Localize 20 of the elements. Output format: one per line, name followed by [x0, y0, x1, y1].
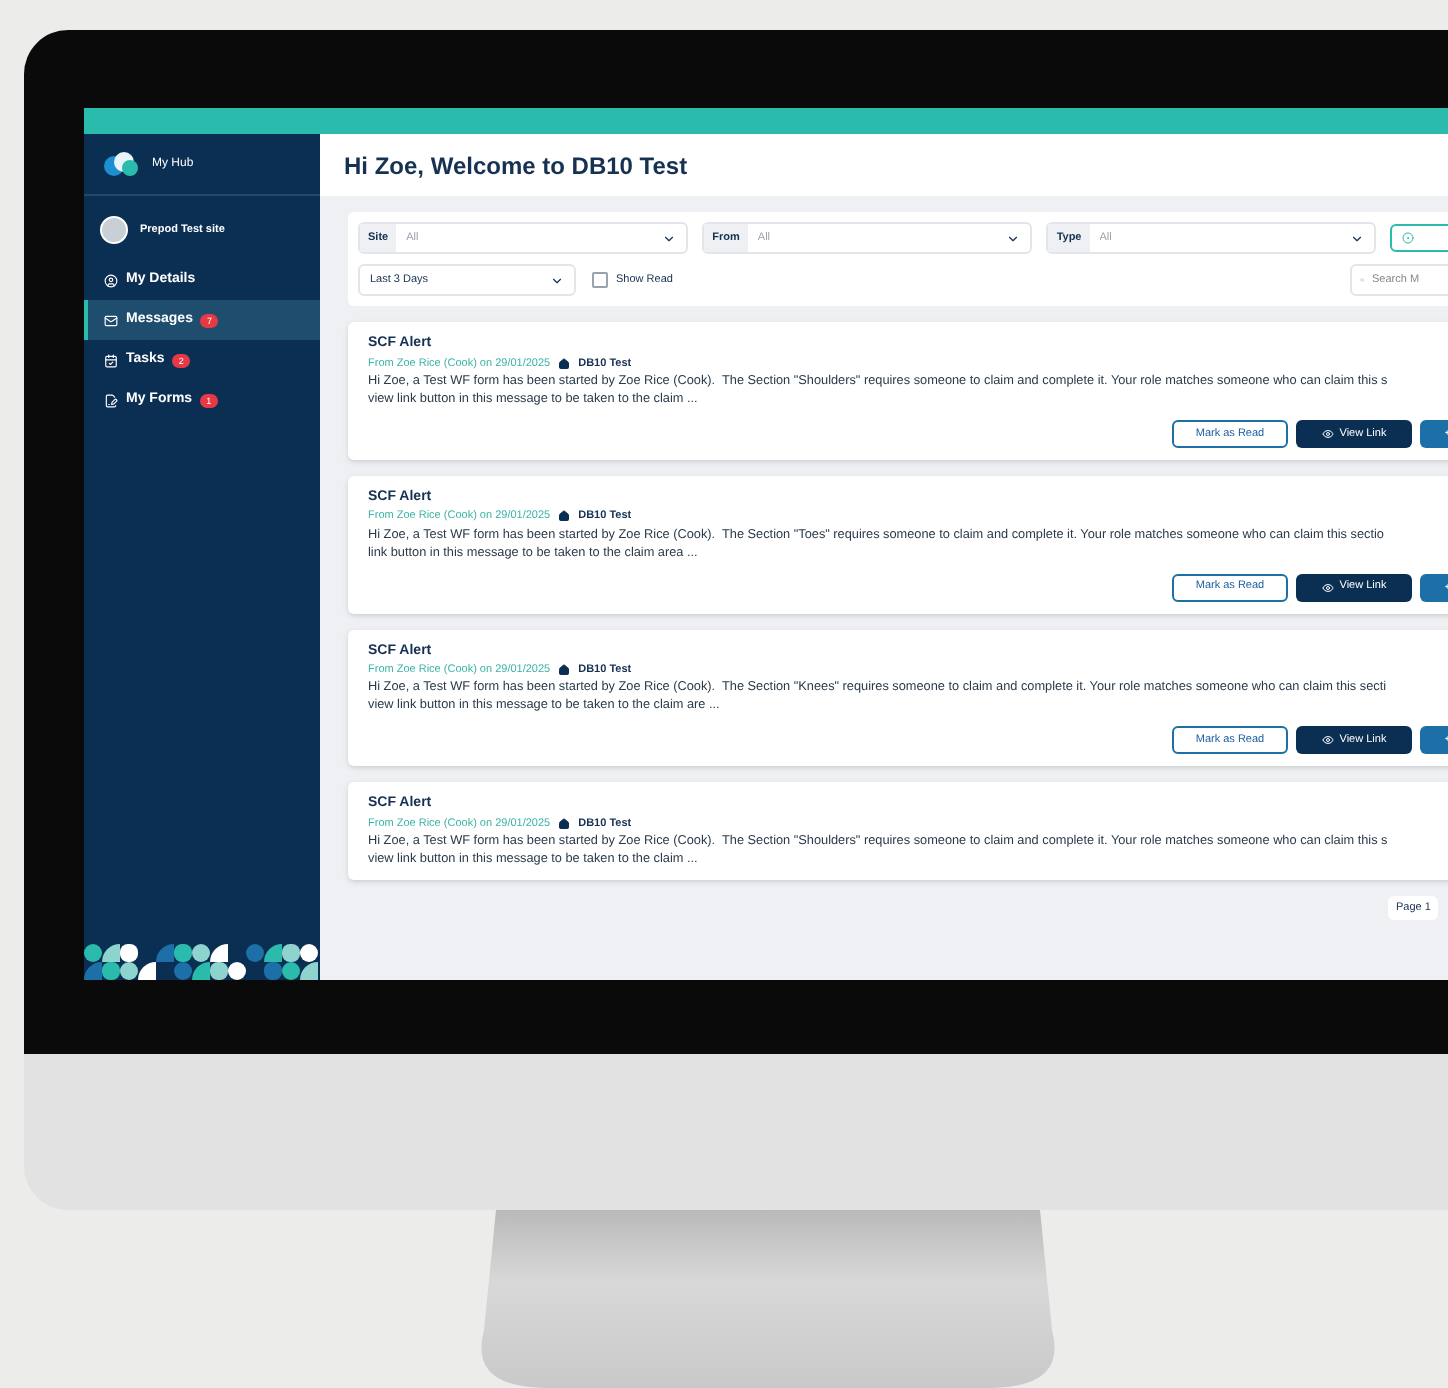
eye-icon [1321, 734, 1334, 747]
chevron-down-icon [1350, 231, 1365, 245]
nav-icon [104, 313, 118, 327]
circle-dot-icon [1402, 232, 1415, 244]
home-icon [558, 664, 571, 677]
page-title: Hi Zoe, Welcome to DB10 Test [344, 149, 688, 183]
home-icon [558, 357, 571, 370]
chevron-down-icon [662, 231, 677, 245]
show-read-checkbox[interactable] [592, 272, 608, 288]
chevron-down-icon [550, 273, 564, 287]
chevron-down-icon [1006, 231, 1021, 245]
home-icon [558, 510, 571, 523]
avatar [100, 216, 128, 244]
eye-icon [1321, 427, 1334, 440]
nav-icon [104, 273, 118, 287]
cloud-logo-icon [100, 152, 140, 176]
nav-icon [104, 393, 118, 407]
nav-icon [104, 353, 118, 367]
home-icon [558, 817, 571, 830]
eye-icon [1321, 581, 1334, 593]
